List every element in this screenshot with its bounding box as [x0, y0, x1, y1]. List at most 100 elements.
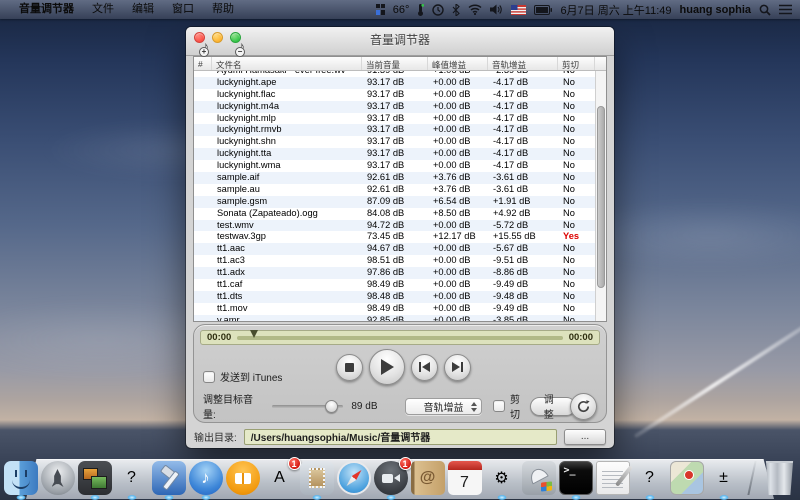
- output-dir-field[interactable]: /Users/huangsophia/Music/音量调节器: [244, 429, 557, 445]
- us-flag-icon[interactable]: [511, 5, 526, 15]
- dock-app-store-icon[interactable]: A1: [263, 461, 297, 495]
- adjust-button[interactable]: 调整: [530, 397, 577, 416]
- spotlight-icon[interactable]: [759, 4, 771, 16]
- menu-item-1[interactable]: 文件: [83, 0, 123, 19]
- cell-track-gain: -3.61 dB: [488, 172, 558, 184]
- volume-menu-icon[interactable]: [490, 4, 503, 15]
- dock-launchpad-icon[interactable]: [41, 461, 75, 495]
- previous-button[interactable]: [411, 354, 438, 381]
- table-row[interactable]: tt1.dts98.48 dB+0.00 dB-9.48 dBNo: [194, 291, 595, 303]
- table-row[interactable]: luckynight.tta93.17 dB+0.00 dB-4.17 dBNo: [194, 148, 595, 160]
- dock-maps-icon[interactable]: [670, 461, 704, 495]
- fast-user-switch-menu[interactable]: huang sophia: [680, 4, 752, 16]
- cell-clip: No: [558, 315, 595, 321]
- column-header-volume[interactable]: 当前音量: [362, 57, 428, 70]
- dock-x11-icon[interactable]: [522, 461, 556, 495]
- column-header-peak[interactable]: 峰值增益: [428, 57, 488, 70]
- dock-ibooks-icon[interactable]: [226, 461, 260, 495]
- dock-trash-icon[interactable]: [763, 461, 797, 495]
- cell-clip: No: [558, 303, 595, 315]
- cell-num: [194, 243, 212, 255]
- dock-terminal-icon[interactable]: >_: [559, 461, 593, 495]
- dock-xcode-icon[interactable]: [152, 461, 186, 495]
- table-row[interactable]: tt1.aac94.67 dB+0.00 dB-5.67 dBNo: [194, 243, 595, 255]
- table-row[interactable]: test.wmv94.72 dB+0.00 dB-5.72 dBNo: [194, 220, 595, 232]
- progress-track[interactable]: [237, 336, 562, 340]
- table-row[interactable]: v.amr92.85 dB+0.00 dB-3.85 dBNo: [194, 315, 595, 321]
- menu-bar-clock[interactable]: 6月7日 周六 上午11:49: [560, 2, 671, 18]
- cell-filename: luckynight.flac: [212, 89, 362, 101]
- checkbox-box[interactable]: [203, 371, 215, 383]
- table-row[interactable]: luckynight.shn93.17 dB+0.00 dB-4.17 dBNo: [194, 136, 595, 148]
- cell-num: [194, 315, 212, 321]
- dock-contacts-icon[interactable]: @: [411, 461, 445, 495]
- column-header-clip[interactable]: 剪切: [558, 57, 595, 70]
- stop-button[interactable]: [336, 354, 363, 381]
- dock-volume-adjuster-icon[interactable]: ±: [707, 461, 741, 495]
- table-row[interactable]: sample.gsm87.09 dB+6.54 dB+1.91 dBNo: [194, 196, 595, 208]
- dock-textedit-icon[interactable]: [596, 461, 630, 495]
- playback-progress[interactable]: 00:00 00:00: [200, 330, 600, 345]
- menu-item-3[interactable]: 窗口: [163, 0, 203, 19]
- wifi-icon[interactable]: [468, 4, 482, 15]
- menu-item-2[interactable]: 编辑: [123, 0, 163, 19]
- checkbox-box[interactable]: [493, 400, 505, 412]
- dock-calendar-icon[interactable]: 7: [448, 461, 482, 495]
- dock-finder-icon[interactable]: [4, 461, 38, 495]
- dock-mail-icon[interactable]: [300, 461, 334, 495]
- column-header-track[interactable]: 音轨增益: [488, 57, 558, 70]
- vertical-scrollbar[interactable]: [595, 71, 606, 321]
- bluetooth-icon[interactable]: [452, 4, 460, 16]
- table-row[interactable]: sample.aif92.61 dB+3.76 dB-3.61 dBNo: [194, 172, 595, 184]
- table-row[interactable]: luckynight.m4a93.17 dB+0.00 dB-4.17 dBNo: [194, 101, 595, 113]
- clip-checkbox[interactable]: 剪切: [493, 391, 530, 421]
- table-row[interactable]: tt1.adx97.86 dB+0.00 dB-8.86 dBNo: [194, 267, 595, 279]
- remove-track-icon[interactable]: ♪−: [238, 39, 256, 55]
- send-to-itunes-checkbox[interactable]: 发送到 iTunes: [203, 369, 282, 384]
- table-row[interactable]: Sonata (Zapateado).ogg84.08 dB+8.50 dB+4…: [194, 208, 595, 220]
- next-button[interactable]: [444, 354, 471, 381]
- dock-missing-2-icon[interactable]: ?: [633, 461, 667, 495]
- add-track-icon[interactable]: ♪+: [202, 39, 220, 55]
- table-row[interactable]: testwav.3gp73.45 dB+12.17 dB+15.55 dBYes: [194, 231, 595, 243]
- dock-items: ? ♪ A1 1@7⚙ >_? ±: [26, 461, 774, 495]
- table-row[interactable]: tt1.mov98.49 dB+0.00 dB-9.49 dBNo: [194, 303, 595, 315]
- table-row[interactable]: luckynight.flac93.17 dB+0.00 dB-4.17 dBN…: [194, 89, 595, 101]
- scrollbar-thumb[interactable]: [597, 106, 605, 288]
- column-header-name[interactable]: 文件名: [212, 57, 362, 70]
- progress-marker[interactable]: [250, 330, 258, 338]
- battery-icon[interactable]: [534, 5, 552, 15]
- slider-knob[interactable]: [325, 400, 338, 413]
- cell-peak-gain: +0.00 dB: [428, 267, 488, 279]
- temperature-label[interactable]: 66°: [393, 4, 410, 16]
- thermometer-icon[interactable]: [417, 4, 424, 16]
- cell-clip: No: [558, 113, 595, 125]
- dock-facetime-icon[interactable]: 1: [374, 461, 408, 495]
- table-row[interactable]: sample.au92.61 dB+3.76 dB-3.61 dBNo: [194, 184, 595, 196]
- play-button[interactable]: [369, 349, 405, 385]
- browse-button[interactable]: ...: [564, 429, 606, 445]
- dock-grab-icon[interactable]: [78, 461, 112, 495]
- notification-center-icon[interactable]: [779, 4, 792, 15]
- menu-item-4[interactable]: 帮助: [203, 0, 243, 19]
- adjust-run-button[interactable]: [570, 393, 597, 420]
- clock-icon[interactable]: [432, 4, 444, 16]
- dock: ? ♪ A1 1@7⚙ >_? ±: [26, 453, 774, 499]
- table-row[interactable]: luckynight.mlp93.17 dB+0.00 dB-4.17 dBNo: [194, 113, 595, 125]
- column-header-num[interactable]: #: [194, 57, 212, 70]
- target-volume-slider[interactable]: [272, 405, 343, 408]
- table-row[interactable]: luckynight.ape93.17 dB+0.00 dB-4.17 dBNo: [194, 77, 595, 89]
- dock-system-preferences-icon[interactable]: ⚙: [485, 461, 519, 495]
- meter-icon[interactable]: [376, 4, 385, 15]
- dock-missing-1-icon[interactable]: ?: [115, 461, 149, 495]
- table-row[interactable]: tt1.caf98.49 dB+0.00 dB-9.49 dBNo: [194, 279, 595, 291]
- table-row[interactable]: tt1.ac398.51 dB+0.00 dB-9.51 dBNo: [194, 255, 595, 267]
- cell-filename: testwav.3gp: [212, 231, 362, 243]
- menu-item-0[interactable]: 音量调节器: [10, 0, 83, 19]
- dock-safari-icon[interactable]: [337, 461, 371, 495]
- cell-clip: No: [558, 160, 595, 172]
- dock-itunes-icon[interactable]: ♪: [189, 461, 223, 495]
- table-row[interactable]: luckynight.rmvb93.17 dB+0.00 dB-4.17 dBN…: [194, 124, 595, 136]
- table-row[interactable]: luckynight.wma93.17 dB+0.00 dB-4.17 dBNo: [194, 160, 595, 172]
- gain-mode-select[interactable]: 音轨增益: [405, 398, 482, 415]
